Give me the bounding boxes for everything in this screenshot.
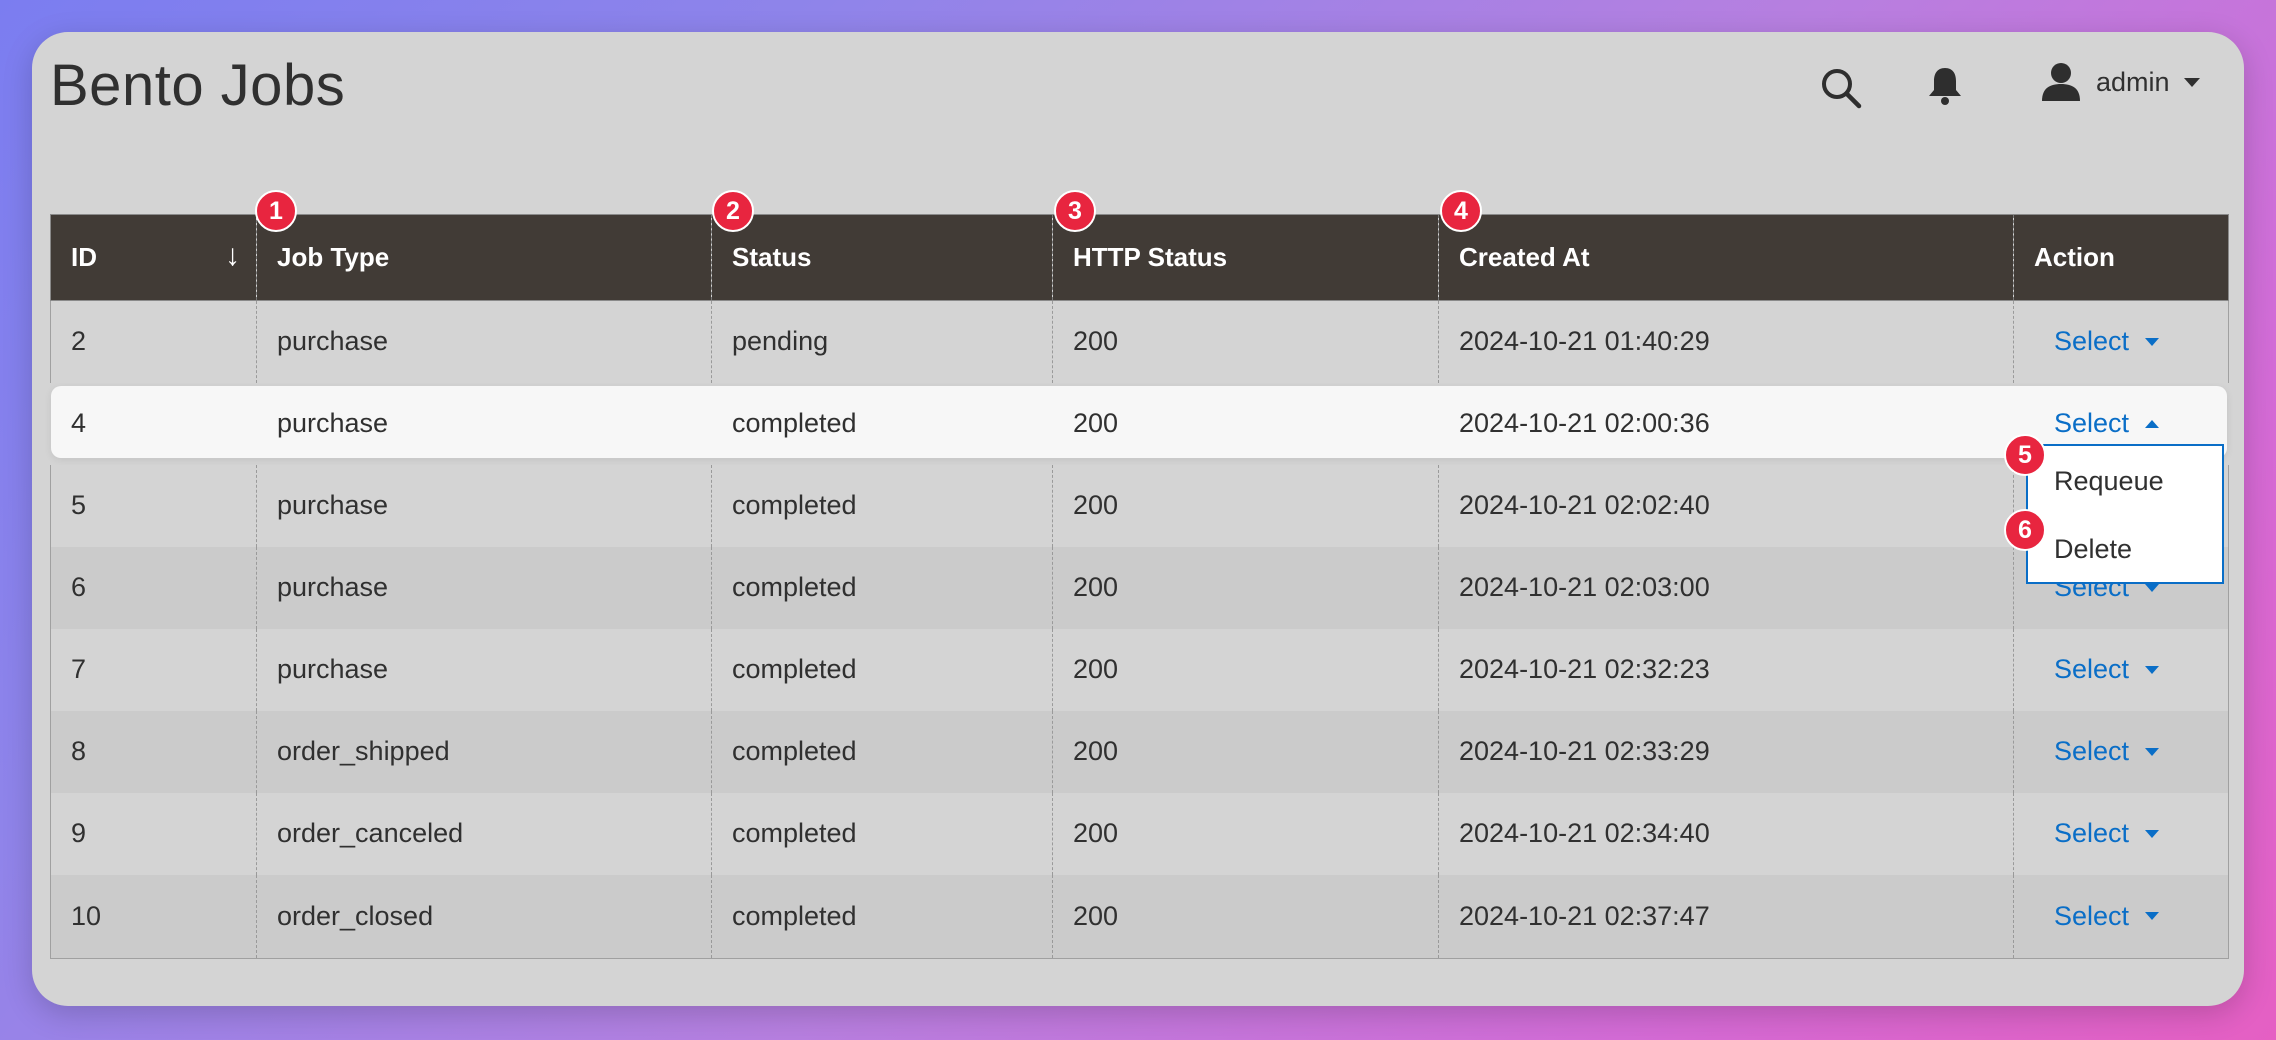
menu-item-requeue[interactable]: Requeue [2054, 466, 2164, 497]
action-select-button[interactable]: Select [2054, 654, 2160, 685]
table-row[interactable]: 6 purchase completed 200 2024-10-21 02:0… [50, 546, 2229, 629]
action-dropdown-menu: Requeue Delete [2026, 444, 2224, 584]
cell-action: Select [2013, 628, 2229, 711]
cell-job-type: order_shipped [256, 710, 712, 793]
caret-down-icon [2145, 747, 2160, 756]
cell-job-type: purchase [277, 408, 389, 438]
bell-icon[interactable] [1925, 64, 1965, 106]
cell-id: 9 [50, 792, 257, 875]
cell-created-at: 2024-10-21 01:40:29 [1438, 300, 2014, 383]
cell-status: completed [711, 464, 1053, 547]
cell-created-at: 2024-10-21 02:34:40 [1438, 792, 2014, 875]
annotation-badge-5: 5 [2004, 434, 2046, 476]
admin-window: Bento Jobs admin ID ↓ Job Type Status HT… [32, 32, 2244, 1006]
action-select-button[interactable]: Select [2054, 818, 2160, 849]
search-icon[interactable] [1817, 64, 1865, 112]
cell-id: 5 [50, 464, 257, 547]
jobs-grid: ID ↓ Job Type Status HTTP Status Created … [50, 214, 2229, 959]
action-select-button-open[interactable]: Select [2054, 408, 2160, 439]
table-row[interactable]: 4 purchase completed 200 2024-10-21 02:0… [51, 383, 2229, 465]
table-row[interactable]: 8 order_shipped completed 200 2024-10-21… [50, 710, 2229, 793]
caret-down-icon [2145, 829, 2160, 838]
cell-http-status: 200 [1052, 874, 1439, 959]
cell-http-status: 200 [1052, 710, 1439, 793]
caret-down-icon [2145, 583, 2160, 592]
cell-http-status: 200 [1052, 546, 1439, 629]
cell-id: 8 [50, 710, 257, 793]
cell-job-type: order_closed [256, 874, 712, 959]
grid-header-row: ID ↓ Job Type Status HTTP Status Created … [50, 214, 2229, 301]
cell-http-status: 200 [1052, 792, 1439, 875]
column-header-action: Action [2013, 214, 2229, 301]
cell-status: completed [711, 710, 1053, 793]
annotation-badge-6: 6 [2004, 509, 2046, 551]
column-header-created-at[interactable]: Created At [1438, 214, 2014, 301]
header-actions: admin [32, 54, 2244, 114]
cell-status: completed [711, 874, 1053, 959]
column-header-status[interactable]: Status [711, 214, 1053, 301]
cell-job-type: order_canceled [256, 792, 712, 875]
cell-action: Select [2013, 300, 2229, 383]
table-row[interactable]: 7 purchase completed 200 2024-10-21 02:3… [50, 628, 2229, 711]
annotation-badge-2: 2 [712, 190, 754, 232]
caret-down-icon [2145, 337, 2160, 346]
cell-created-at: 2024-10-21 02:33:29 [1438, 710, 2014, 793]
cell-job-type: purchase [256, 546, 712, 629]
cell-status: completed [711, 792, 1053, 875]
cell-job-type: purchase [256, 300, 712, 383]
user-icon [2042, 63, 2080, 101]
cell-id: 10 [50, 874, 257, 959]
cell-created-at: 2024-10-21 02:32:23 [1438, 628, 2014, 711]
sort-arrow-icon[interactable]: ↓ [225, 239, 240, 273]
cell-http-status: 200 [1052, 628, 1439, 711]
cell-created-at: 2024-10-21 02:03:00 [1438, 546, 2014, 629]
column-header-job-type[interactable]: Job Type [256, 214, 712, 301]
action-select-button[interactable]: Select [2054, 901, 2160, 932]
column-header-id[interactable]: ID ↓ [50, 214, 257, 301]
cell-created-at: 2024-10-21 02:37:47 [1438, 874, 2014, 959]
cell-id: 7 [50, 628, 257, 711]
action-select-button[interactable]: Select [2054, 326, 2160, 357]
table-row[interactable]: 2 purchase pending 200 2024-10-21 01:40:… [50, 300, 2229, 383]
menu-item-delete[interactable]: Delete [2054, 534, 2132, 565]
cell-status: completed [711, 628, 1053, 711]
annotation-badge-3: 3 [1054, 190, 1096, 232]
cell-http-status: 200 [1073, 408, 1119, 438]
cell-status: pending [711, 300, 1053, 383]
cell-id: 6 [50, 546, 257, 629]
action-select-button[interactable]: Select [2054, 736, 2160, 767]
cell-status: completed [711, 546, 1053, 629]
cell-created-at: 2024-10-21 02:02:40 [1438, 464, 2014, 547]
cell-http-status: 200 [1052, 300, 1439, 383]
cell-action: Select [2013, 792, 2229, 875]
cell-status: completed [732, 408, 857, 438]
user-menu[interactable]: admin [2040, 58, 2200, 106]
cell-id: 2 [50, 300, 257, 383]
cell-job-type: purchase [256, 628, 712, 711]
table-row[interactable]: 10 order_closed completed 200 2024-10-21… [50, 874, 2229, 959]
cell-created-at: 2024-10-21 02:00:36 [1459, 408, 1710, 438]
caret-down-icon [2145, 912, 2160, 921]
cell-job-type: purchase [256, 464, 712, 547]
annotation-badge-4: 4 [1440, 190, 1482, 232]
table-row[interactable]: 5 purchase completed 200 2024-10-21 02:0… [50, 464, 2229, 547]
cell-action: Select [2013, 710, 2229, 793]
column-header-http-status[interactable]: HTTP Status [1052, 214, 1439, 301]
caret-down-icon [2145, 665, 2160, 674]
user-name: admin [2096, 66, 2170, 97]
table-row[interactable]: 9 order_canceled completed 200 2024-10-2… [50, 792, 2229, 875]
cell-http-status: 200 [1052, 464, 1439, 547]
caret-up-icon [2145, 419, 2160, 428]
cell-action: Select [2013, 874, 2229, 959]
chevron-down-icon [2183, 77, 2200, 87]
cell-id: 4 [71, 408, 87, 438]
annotation-badge-1: 1 [255, 190, 297, 232]
